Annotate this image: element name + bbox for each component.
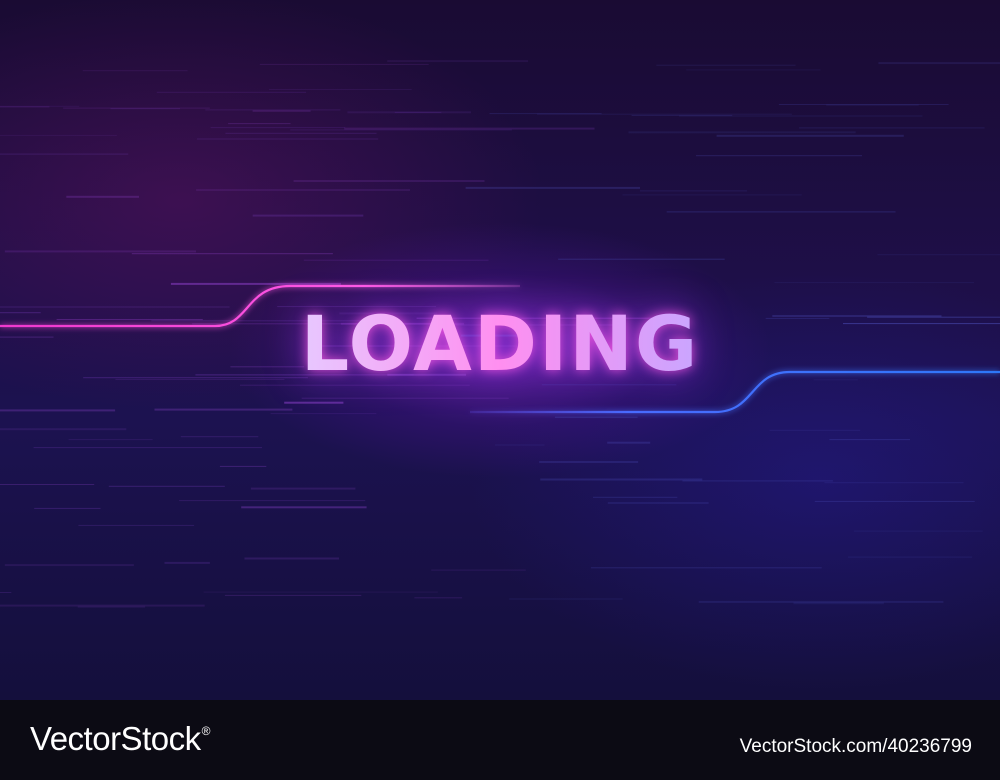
- light-streak: [878, 62, 1000, 65]
- light-streak: [639, 190, 748, 192]
- light-streak: [607, 441, 651, 444]
- light-streak: [696, 155, 862, 157]
- watermark-bar: VectorStock® VectorStock.com/40236799: [0, 700, 1000, 780]
- light-streak: [540, 478, 703, 481]
- light-streak: [0, 484, 95, 485]
- light-streak: [82, 70, 188, 72]
- light-streak: [826, 104, 919, 106]
- light-streak: [179, 500, 366, 502]
- light-streak: [270, 413, 377, 415]
- light-streak: [509, 598, 623, 600]
- light-streak: [301, 397, 509, 399]
- light-streak: [558, 258, 725, 260]
- light-streak: [716, 134, 904, 137]
- light-streak: [0, 592, 12, 593]
- light-streak: [622, 194, 802, 196]
- light-streak: [203, 591, 438, 593]
- light-streak: [269, 89, 412, 90]
- light-streak: [154, 408, 293, 411]
- light-streak: [554, 416, 638, 418]
- light-streak: [244, 557, 339, 560]
- light-streak: [33, 447, 262, 449]
- light-streak: [656, 64, 796, 66]
- light-streak: [110, 108, 180, 110]
- light-streak: [799, 127, 985, 129]
- light-streak: [829, 439, 910, 441]
- light-streak: [387, 60, 529, 63]
- light-streak: [252, 110, 311, 112]
- light-streak: [4, 564, 134, 567]
- light-streak: [228, 123, 291, 125]
- light-streak: [66, 195, 139, 198]
- light-streak: [686, 69, 821, 71]
- light-streak: [814, 500, 975, 502]
- light-streak: [78, 524, 195, 526]
- light-streak: [0, 428, 127, 431]
- light-streak: [241, 506, 367, 509]
- light-streak: [590, 567, 822, 569]
- light-streak: [877, 254, 1000, 256]
- light-streak: [224, 594, 362, 596]
- light-streak: [0, 153, 129, 155]
- light-streak: [180, 436, 259, 438]
- light-streak: [666, 211, 896, 213]
- light-streak: [290, 129, 512, 131]
- light-streak: [607, 502, 709, 504]
- light-streak: [219, 465, 267, 467]
- registered-mark: ®: [201, 724, 211, 738]
- light-streak: [414, 597, 463, 599]
- light-streak: [4, 250, 196, 253]
- light-streak: [0, 409, 116, 412]
- vectorstock-logo: VectorStock®: [30, 720, 210, 758]
- light-streak: [679, 115, 923, 117]
- light-streak: [196, 189, 410, 191]
- light-streak: [344, 127, 595, 130]
- light-streak: [431, 569, 526, 571]
- light-streak: [303, 259, 489, 261]
- light-streak: [0, 134, 117, 136]
- light-streak: [77, 605, 146, 608]
- splash-background: LOADING: [0, 0, 1000, 700]
- loading-title: LOADING: [0, 306, 1000, 382]
- image-id: VectorStock.com/40236799: [739, 736, 972, 757]
- light-streak: [252, 214, 364, 217]
- light-streak: [164, 561, 210, 564]
- light-streak: [593, 496, 678, 498]
- light-streak: [284, 401, 344, 404]
- light-streak: [293, 180, 485, 182]
- light-streak: [170, 282, 341, 285]
- light-streak: [259, 63, 429, 65]
- light-streak: [394, 111, 442, 113]
- light-streak: [774, 282, 974, 284]
- light-streak: [156, 91, 307, 93]
- light-streak: [131, 253, 333, 255]
- light-streak: [793, 602, 884, 605]
- light-streak: [34, 507, 101, 509]
- light-streak: [536, 113, 792, 115]
- light-streak: [853, 530, 983, 532]
- light-streak: [848, 556, 973, 558]
- light-streak: [465, 186, 640, 189]
- light-streak: [628, 131, 856, 134]
- light-streak: [225, 132, 377, 134]
- light-streak: [197, 138, 379, 140]
- light-streak: [824, 482, 964, 484]
- light-streak: [539, 461, 639, 463]
- light-streak: [495, 444, 545, 446]
- light-streak: [682, 480, 833, 482]
- light-streak: [769, 429, 861, 431]
- light-streak: [108, 485, 225, 487]
- light-streak: [250, 487, 356, 490]
- light-streak: [68, 439, 153, 441]
- light-streak: [210, 127, 346, 129]
- light-streak: [0, 106, 50, 108]
- brand-name: VectorStock: [30, 720, 201, 757]
